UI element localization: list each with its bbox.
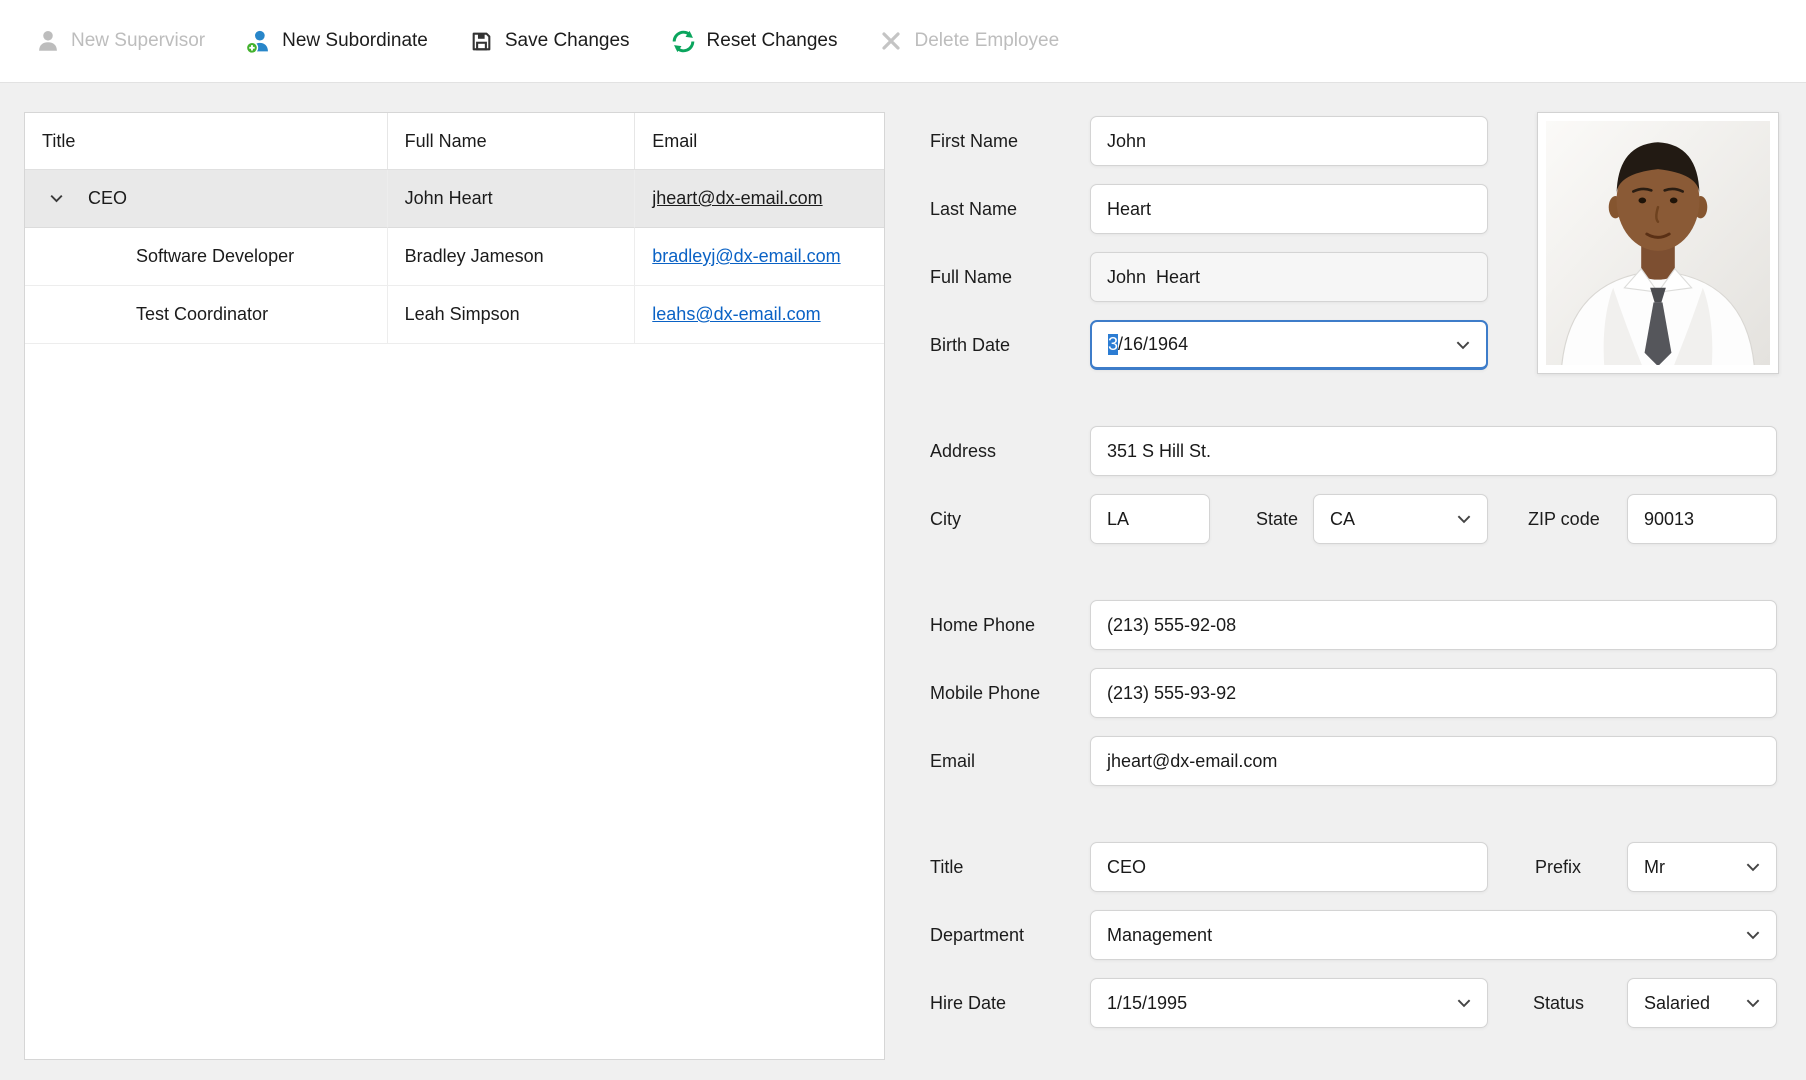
tree-header: Title Full Name Email bbox=[25, 113, 884, 170]
row-full-name: Leah Simpson bbox=[388, 286, 636, 344]
row-full-name: Bradley Jameson bbox=[388, 228, 636, 286]
employee-photo[interactable] bbox=[1537, 112, 1779, 374]
email-link[interactable]: jheart@dx-email.com bbox=[652, 188, 822, 209]
prefix-label: Prefix bbox=[1535, 842, 1581, 892]
state-label: State bbox=[1256, 494, 1298, 544]
email-link[interactable]: leahs@dx-email.com bbox=[652, 304, 820, 325]
delete-employee-label: Delete Employee bbox=[915, 30, 1060, 52]
chevron-down-icon[interactable] bbox=[1744, 926, 1762, 944]
row-title: Test Coordinator bbox=[25, 304, 268, 325]
hire-date-label: Hire Date bbox=[930, 978, 1006, 1028]
chevron-down-icon[interactable] bbox=[1454, 336, 1472, 354]
zip-code-label: ZIP code bbox=[1528, 494, 1600, 544]
status-select[interactable]: Salaried bbox=[1627, 978, 1777, 1028]
first-name-input[interactable]: John bbox=[1090, 116, 1488, 166]
birth-date-label: Birth Date bbox=[930, 320, 1010, 370]
home-phone-input[interactable]: (213) 555-92-08 bbox=[1090, 600, 1777, 650]
save-changes-button[interactable]: Save Changes bbox=[468, 28, 630, 55]
row-full-name: John Heart bbox=[388, 170, 636, 228]
title-input[interactable]: CEO bbox=[1090, 842, 1488, 892]
chevron-down-icon[interactable] bbox=[1455, 510, 1473, 528]
row-title: Software Developer bbox=[25, 246, 294, 267]
email-label: Email bbox=[930, 736, 975, 786]
refresh-icon bbox=[670, 28, 697, 55]
state-value: CA bbox=[1330, 509, 1355, 530]
new-supervisor-button[interactable]: New Supervisor bbox=[34, 28, 205, 55]
hire-date-select[interactable]: 1/15/1995 bbox=[1090, 978, 1488, 1028]
delete-x-icon bbox=[878, 28, 905, 55]
home-phone-label: Home Phone bbox=[930, 600, 1035, 650]
department-value: Management bbox=[1107, 925, 1212, 946]
birth-date-input[interactable]: 3/16/1964 bbox=[1090, 320, 1488, 370]
last-name-label: Last Name bbox=[930, 184, 1017, 234]
address-input[interactable]: 351 S Hill St. bbox=[1090, 426, 1777, 476]
row-title: CEO bbox=[78, 188, 127, 209]
address-label: Address bbox=[930, 426, 996, 476]
full-name-input[interactable]: John Heart bbox=[1090, 252, 1488, 302]
birth-date-selected-text: 3 bbox=[1108, 334, 1118, 355]
status-value: Salaried bbox=[1644, 993, 1710, 1014]
state-select[interactable]: CA bbox=[1313, 494, 1488, 544]
department-select[interactable]: Management bbox=[1090, 910, 1777, 960]
tree-row-software-developer[interactable]: Software Developer Bradley Jameson bradl… bbox=[25, 228, 884, 286]
employee-manager-window: New Supervisor New Subordinate Save Chan… bbox=[0, 0, 1806, 1080]
hire-date-value: 1/15/1995 bbox=[1107, 993, 1187, 1014]
zip-code-input[interactable]: 90013 bbox=[1627, 494, 1777, 544]
city-input[interactable]: LA bbox=[1090, 494, 1210, 544]
person-add-icon bbox=[245, 28, 272, 55]
chevron-down-icon[interactable] bbox=[1744, 994, 1762, 1012]
save-icon bbox=[468, 28, 495, 55]
delete-employee-button[interactable]: Delete Employee bbox=[878, 28, 1060, 55]
last-name-input[interactable]: Heart bbox=[1090, 184, 1488, 234]
save-changes-label: Save Changes bbox=[505, 30, 630, 52]
full-name-label: Full Name bbox=[930, 252, 1012, 302]
toolbar: New Supervisor New Subordinate Save Chan… bbox=[0, 0, 1806, 83]
prefix-value: Mr bbox=[1644, 857, 1665, 878]
mobile-phone-input[interactable]: (213) 555-93-92 bbox=[1090, 668, 1777, 718]
email-link[interactable]: bradleyj@dx-email.com bbox=[652, 246, 840, 267]
reset-changes-button[interactable]: Reset Changes bbox=[670, 28, 838, 55]
birth-date-rest-text: /16/1964 bbox=[1118, 334, 1188, 355]
person-icon bbox=[34, 28, 61, 55]
prefix-select[interactable]: Mr bbox=[1627, 842, 1777, 892]
employee-tree-panel: Title Full Name Email CEO John Heart jhe… bbox=[24, 112, 885, 1060]
column-header-full-name[interactable]: Full Name bbox=[388, 113, 636, 169]
tree-row-ceo[interactable]: CEO John Heart jheart@dx-email.com bbox=[25, 170, 884, 228]
new-supervisor-label: New Supervisor bbox=[71, 30, 205, 52]
chevron-down-icon[interactable] bbox=[34, 190, 78, 207]
chevron-down-icon[interactable] bbox=[1744, 858, 1762, 876]
email-input[interactable]: jheart@dx-email.com bbox=[1090, 736, 1777, 786]
city-label: City bbox=[930, 494, 961, 544]
portrait-image bbox=[1546, 121, 1770, 365]
department-label: Department bbox=[930, 910, 1024, 960]
first-name-label: First Name bbox=[930, 116, 1018, 166]
chevron-down-icon[interactable] bbox=[1455, 994, 1473, 1012]
new-subordinate-label: New Subordinate bbox=[282, 30, 428, 52]
status-label: Status bbox=[1533, 978, 1584, 1028]
new-subordinate-button[interactable]: New Subordinate bbox=[245, 28, 428, 55]
column-header-email[interactable]: Email bbox=[635, 113, 884, 169]
column-header-title[interactable]: Title bbox=[25, 113, 388, 169]
title-label: Title bbox=[930, 842, 963, 892]
mobile-phone-label: Mobile Phone bbox=[930, 668, 1040, 718]
tree-row-test-coordinator[interactable]: Test Coordinator Leah Simpson leahs@dx-e… bbox=[25, 286, 884, 344]
reset-changes-label: Reset Changes bbox=[707, 30, 838, 52]
